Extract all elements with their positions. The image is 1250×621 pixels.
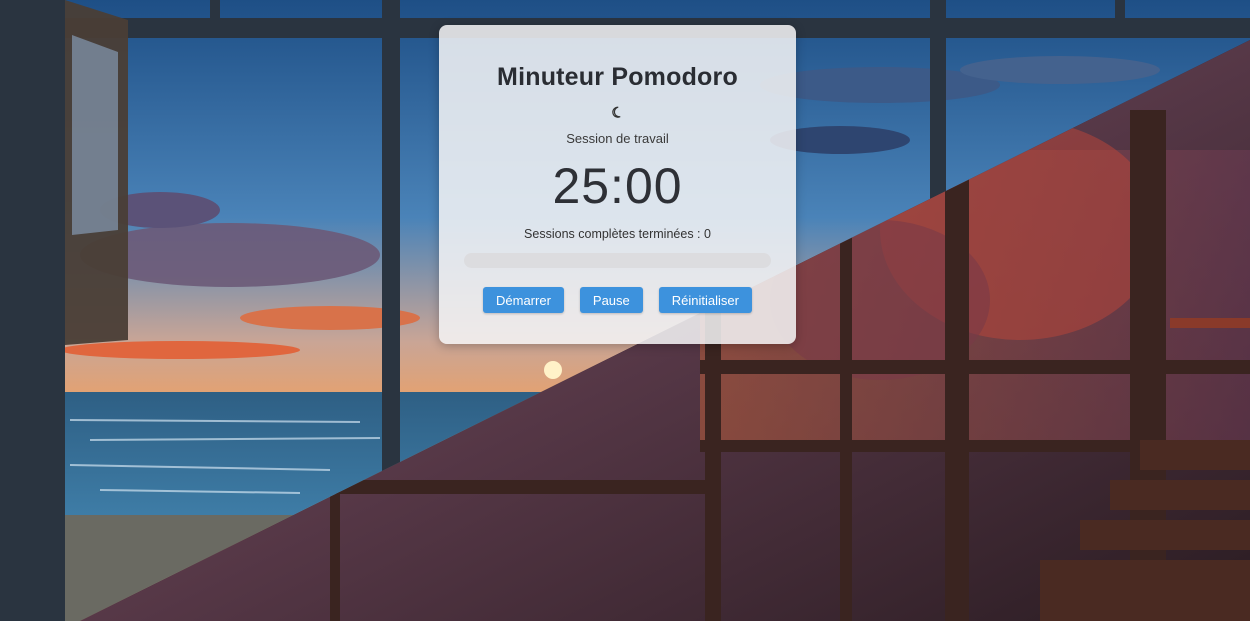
moon-icon-graphic xyxy=(611,106,620,118)
timer-display: 25:00 xyxy=(552,158,683,214)
session-label: Session de travail xyxy=(566,131,669,146)
moon-icon[interactable] xyxy=(611,105,625,119)
page-title: Minuteur Pomodoro xyxy=(497,63,738,91)
reset-button[interactable]: Réinitialiser xyxy=(658,287,752,313)
control-buttons: Démarrer Pause Réinitialiser xyxy=(439,287,796,313)
progress-bar xyxy=(464,253,771,268)
sessions-completed-count: Sessions complètes terminées : 0 xyxy=(524,227,711,241)
pause-button[interactable]: Pause xyxy=(579,287,643,313)
start-button[interactable]: Démarrer xyxy=(483,287,564,313)
pomodoro-card: Minuteur Pomodoro Session de travail 25:… xyxy=(439,25,796,344)
